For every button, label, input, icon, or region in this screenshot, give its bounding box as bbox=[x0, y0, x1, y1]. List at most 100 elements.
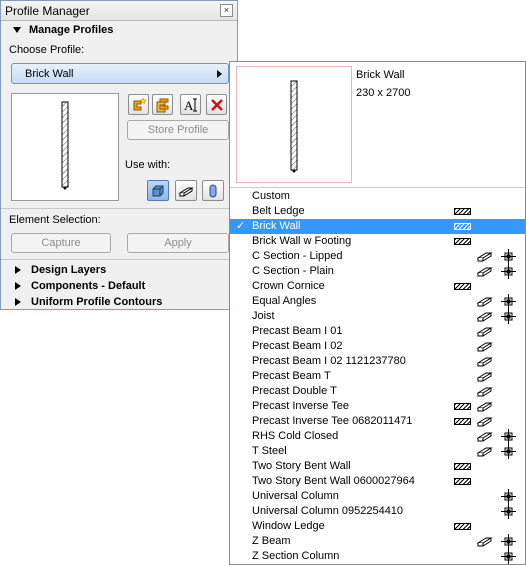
element-selection-label: Element Selection: bbox=[9, 214, 101, 226]
use-with-wall-toggle[interactable] bbox=[147, 180, 169, 201]
use-with-beam-toggle[interactable] bbox=[175, 180, 197, 201]
beam-icon bbox=[476, 372, 493, 382]
profile-list-item[interactable]: ✓ Brick Wall bbox=[230, 219, 525, 234]
profile-list-item-label: Brick Wall w Footing bbox=[252, 235, 352, 247]
expand-triangle-icon bbox=[15, 266, 21, 274]
profile-list-item[interactable]: Joist bbox=[230, 309, 525, 324]
brick-wall-preview-drawing bbox=[290, 80, 298, 173]
wall-icon bbox=[454, 223, 471, 230]
duplicate-profile-button[interactable] bbox=[152, 94, 173, 115]
divider bbox=[1, 259, 237, 260]
profile-list-item-label: Precast Beam I 01 bbox=[252, 325, 343, 337]
profile-select-value: Brick Wall bbox=[25, 67, 74, 80]
profile-list-item[interactable]: Z Beam bbox=[230, 534, 525, 549]
choose-profile-label: Choose Profile: bbox=[9, 44, 85, 56]
profile-list-item[interactable]: T Steel bbox=[230, 444, 525, 459]
beam-icon bbox=[476, 297, 493, 307]
use-with-column-toggle[interactable] bbox=[202, 180, 224, 201]
new-profile-button[interactable] bbox=[128, 94, 149, 115]
profile-list-item[interactable]: Custom bbox=[230, 189, 525, 204]
profile-list-item-label: Belt Ledge bbox=[252, 205, 305, 217]
brick-wall-preview-drawing bbox=[61, 101, 69, 190]
rename-profile-icon: A bbox=[184, 98, 197, 113]
palette-titlebar[interactable]: Profile Manager × bbox=[1, 1, 237, 21]
wall-icon bbox=[454, 208, 471, 215]
profile-manager-palette: Profile Manager × Manage Profiles Choose… bbox=[0, 0, 238, 310]
uniform-profile-contours-label: Uniform Profile Contours bbox=[31, 296, 163, 308]
profile-list-item[interactable]: Z Section Column bbox=[230, 549, 525, 564]
column-icon bbox=[501, 534, 516, 549]
manage-profiles-label: Manage Profiles bbox=[29, 24, 114, 36]
profile-list-item-label: Brick Wall bbox=[252, 220, 301, 232]
profile-list-item[interactable]: RHS Cold Closed bbox=[230, 429, 525, 444]
apply-button[interactable]: Apply bbox=[127, 233, 229, 253]
dropdown-profile-preview bbox=[236, 66, 352, 183]
column-icon bbox=[501, 294, 516, 309]
components-default-header[interactable]: Components - Default bbox=[1, 278, 237, 294]
close-icon[interactable]: × bbox=[220, 4, 233, 17]
profile-list-item[interactable]: Brick Wall w Footing bbox=[230, 234, 525, 249]
profile-list-item-label: Custom bbox=[252, 190, 290, 202]
profile-list-item-label: Precast Inverse Tee bbox=[252, 400, 350, 412]
profile-list-item-label: Two Story Bent Wall 0600027964 bbox=[252, 475, 415, 487]
profile-list-item[interactable]: C Section - Plain bbox=[230, 264, 525, 279]
expand-triangle-icon bbox=[15, 282, 21, 290]
beam-tool-icon bbox=[178, 187, 194, 196]
profile-list-item[interactable]: Universal Column bbox=[230, 489, 525, 504]
palette-title: Profile Manager bbox=[5, 3, 90, 18]
delete-profile-button[interactable] bbox=[206, 94, 227, 115]
collapse-triangle-icon bbox=[13, 27, 21, 33]
column-icon bbox=[501, 504, 516, 519]
profile-list-item-label: Precast Beam I 02 1121237780 bbox=[252, 355, 406, 367]
profile-preview bbox=[11, 93, 119, 201]
profile-list-item-label: C Section - Plain bbox=[252, 265, 334, 277]
profile-list-item-label: Joist bbox=[252, 310, 275, 322]
profile-list-item-label: Window Ledge bbox=[252, 520, 325, 532]
column-icon bbox=[501, 489, 516, 504]
wall-icon bbox=[454, 418, 471, 425]
profile-list-item[interactable]: Precast Beam I 02 bbox=[230, 339, 525, 354]
profile-list-item[interactable]: Crown Cornice bbox=[230, 279, 525, 294]
profile-list-item-label: Precast Double T bbox=[252, 385, 337, 397]
manage-profiles-header[interactable]: Manage Profiles bbox=[1, 22, 237, 38]
profile-list-item[interactable]: Window Ledge bbox=[230, 519, 525, 534]
design-layers-header[interactable]: Design Layers bbox=[1, 262, 237, 278]
capture-button[interactable]: Capture bbox=[11, 233, 111, 253]
beam-icon bbox=[476, 387, 493, 397]
preview-profile-name: Brick Wall bbox=[356, 69, 405, 81]
wall-tool-icon bbox=[152, 185, 164, 196]
design-layers-label: Design Layers bbox=[31, 264, 107, 276]
profile-list-item[interactable]: Precast Beam I 02 1121237780 bbox=[230, 354, 525, 369]
profile-list-item[interactable]: C Section - Lipped bbox=[230, 249, 525, 264]
rename-profile-button[interactable]: A bbox=[180, 94, 201, 115]
beam-icon bbox=[476, 447, 493, 457]
profile-list-item[interactable]: Precast Beam I 01 bbox=[230, 324, 525, 339]
duplicate-profile-icon bbox=[156, 98, 168, 112]
profile-list-item[interactable]: Universal Column 0952254410 bbox=[230, 504, 525, 519]
use-with-label: Use with: bbox=[125, 159, 171, 171]
profile-list-item[interactable]: Precast Inverse Tee bbox=[230, 399, 525, 414]
beam-icon bbox=[476, 342, 493, 352]
profile-select[interactable]: Brick Wall bbox=[11, 63, 229, 84]
profile-list-item[interactable]: Belt Ledge bbox=[230, 204, 525, 219]
profile-list-item[interactable]: Equal Angles bbox=[230, 294, 525, 309]
new-profile-icon bbox=[133, 96, 147, 110]
profile-dropdown-menu: Brick Wall 230 x 2700 Custom Belt Ledge ✓ B… bbox=[229, 61, 526, 565]
profile-list-item[interactable]: Precast Beam T bbox=[230, 369, 525, 384]
svg-text:A: A bbox=[184, 98, 194, 113]
profile-list-item[interactable]: Precast Inverse Tee 0682011471 bbox=[230, 414, 525, 429]
delete-profile-icon bbox=[210, 98, 223, 111]
profile-list-item-label: Precast Inverse Tee 0682011471 bbox=[252, 415, 413, 427]
profile-list-item-label: C Section - Lipped bbox=[252, 250, 343, 262]
profile-list-item[interactable]: Two Story Bent Wall 0600027964 bbox=[230, 474, 525, 489]
uniform-profile-contours-header[interactable]: Uniform Profile Contours bbox=[1, 294, 237, 310]
column-icon bbox=[501, 264, 516, 279]
store-profile-button[interactable]: Store Profile bbox=[127, 120, 229, 140]
wall-icon bbox=[454, 238, 471, 245]
wall-icon bbox=[454, 463, 471, 470]
checkmark-icon: ✓ bbox=[236, 220, 246, 232]
profile-list-item[interactable]: Two Story Bent Wall bbox=[230, 459, 525, 474]
column-icon-wrap bbox=[501, 549, 516, 565]
divider bbox=[1, 208, 237, 209]
profile-list-item[interactable]: Precast Double T bbox=[230, 384, 525, 399]
